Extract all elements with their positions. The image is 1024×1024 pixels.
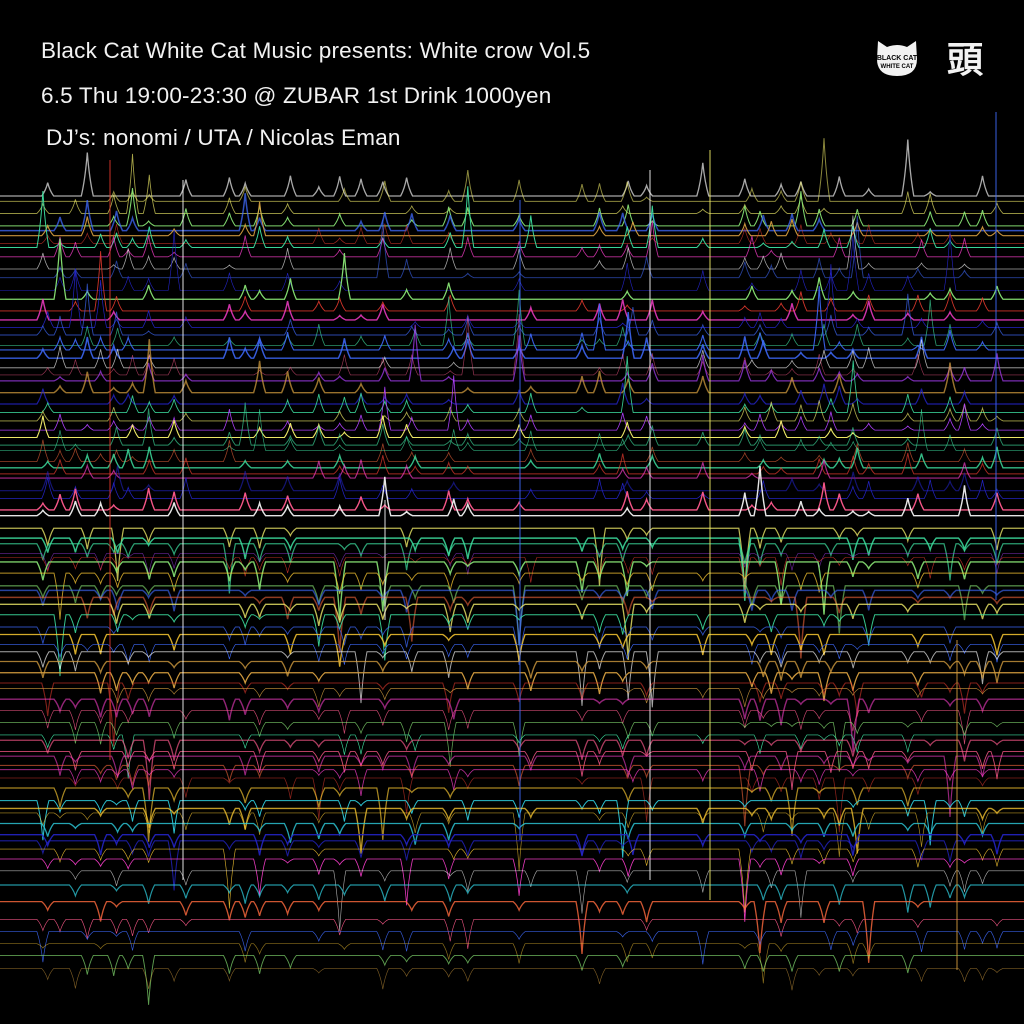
waveform-line bbox=[0, 153, 1024, 214]
waveform-line bbox=[0, 339, 1024, 369]
waveform-line bbox=[0, 477, 1024, 499]
waveform-line bbox=[0, 557, 1024, 593]
waveform-line bbox=[0, 968, 1024, 991]
waveform-line bbox=[0, 710, 1024, 745]
event-djs-line: DJ’s: nonomi / UTA / Nicolas Eman bbox=[46, 125, 401, 150]
kanji-logo: 頭 bbox=[947, 40, 984, 78]
event-title-line: Black Cat White Cat Music presents: Whit… bbox=[41, 38, 591, 63]
cat-logo-text-top: BLACK CAT bbox=[877, 55, 918, 62]
waveform-line bbox=[0, 223, 1024, 244]
waveform-line bbox=[0, 446, 1024, 469]
waveform-line bbox=[0, 264, 1024, 328]
waveform-artwork bbox=[0, 112, 1024, 1005]
event-poster: Black Cat White Cat Music presents: Whit… bbox=[0, 0, 1024, 1024]
cat-logo-text-bottom: WHITE CAT bbox=[881, 64, 914, 70]
waveform-line bbox=[0, 614, 1024, 677]
waveform-line bbox=[0, 870, 1024, 932]
waveform-line bbox=[0, 402, 1024, 446]
waveform-line bbox=[0, 682, 1024, 747]
waveform-line bbox=[0, 834, 1024, 856]
waveform-line bbox=[0, 482, 1024, 511]
event-date-line: 6.5 Thu 19:00-23:30 @ ZUBAR 1st Drink 10… bbox=[41, 83, 552, 108]
waveform-line bbox=[0, 698, 1024, 753]
waveform-line bbox=[0, 324, 1024, 382]
black-cat-white-cat-logo: BLACK CAT WHITE CAT bbox=[877, 41, 918, 76]
waveform-line bbox=[0, 230, 1024, 291]
waveform-line bbox=[0, 943, 1024, 984]
waveform-line bbox=[0, 286, 1024, 351]
waveform-line bbox=[0, 787, 1024, 842]
waveform-line bbox=[0, 572, 1024, 620]
waveform-line bbox=[0, 884, 1024, 913]
waveform-line bbox=[0, 900, 1024, 963]
waveform-lines bbox=[0, 112, 1024, 1005]
waveform-line bbox=[0, 954, 1024, 1005]
waveform-line bbox=[0, 807, 1024, 854]
kanji-logo-glyph: 頭 bbox=[947, 40, 984, 78]
waveform-line bbox=[0, 858, 1024, 922]
waveform-line bbox=[0, 840, 1024, 891]
waveform-line bbox=[0, 672, 1024, 702]
